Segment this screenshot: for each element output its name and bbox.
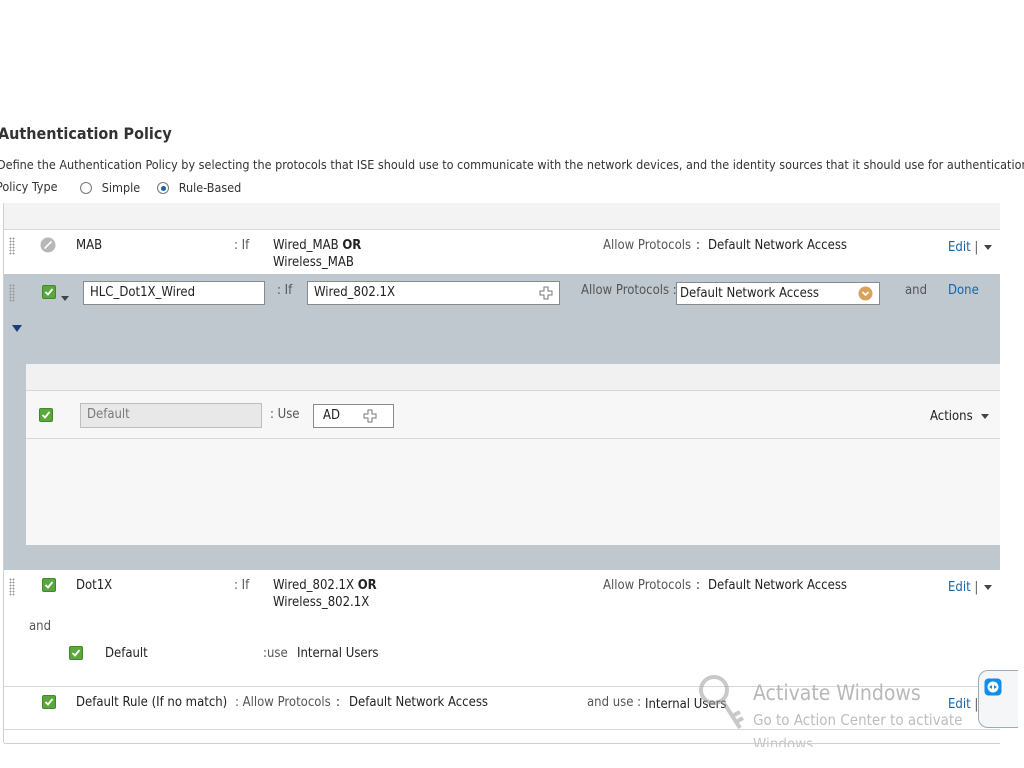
actions-menu[interactable]: Actions [930, 409, 990, 424]
condition-value: Wired_802.1X [314, 285, 396, 300]
default-name-value: Default [87, 407, 130, 422]
rule-name-value: HLC_Dot1X_Wired [90, 285, 196, 300]
divider [26, 390, 1000, 391]
rule-name-dot1x: Dot1X [76, 578, 113, 593]
page-title: Authentication Policy [0, 124, 172, 143]
policy-type-label: Policy Type [0, 179, 58, 194]
allow-protocols-label: Allow Protocols [603, 238, 692, 253]
allow-protocols-select[interactable]: Default Network Access [676, 282, 880, 305]
table-header-strip [4, 203, 1000, 229]
actions-label[interactable]: Actions [930, 409, 973, 424]
condition-line-1: Wired_MAB OR [273, 238, 361, 253]
sub-use-label: :use [263, 646, 288, 661]
sub-use-value: Internal Users [297, 646, 379, 661]
allow-sep: : [336, 695, 340, 710]
condition-wireless-mab: Wireless_MAB [273, 255, 354, 270]
rule-name-mab: MAB [76, 238, 103, 253]
and-use-label: and use : [587, 695, 642, 710]
use-label: : Use [270, 407, 300, 422]
page-description: Define the Authentication Policy by sele… [0, 157, 1024, 172]
edit-control[interactable]: Edit | [948, 697, 978, 712]
actions-dropdown-icon[interactable] [981, 414, 990, 419]
radio-rule-based[interactable] [157, 182, 169, 194]
drag-handle[interactable] [9, 284, 15, 302]
check-icon[interactable] [42, 285, 56, 299]
radio-simple-label: Simple [101, 180, 141, 195]
default-rule-checkbox[interactable] [42, 695, 56, 713]
allow-protocols-value: Default Network Access [708, 578, 848, 593]
edit-separator: | [974, 580, 979, 595]
add-identity-icon[interactable] [363, 409, 377, 431]
check-icon[interactable] [42, 578, 56, 592]
and-label: and [905, 283, 928, 298]
default-name-input: Default [80, 403, 262, 428]
allow-sep: : [696, 578, 700, 593]
rule-enabled-checkbox[interactable] [42, 578, 56, 596]
disabled-status-icon [40, 237, 56, 253]
divider [4, 229, 1000, 230]
if-label: : If [277, 283, 293, 298]
allow-sep: : [696, 238, 700, 253]
edit-link[interactable]: Edit [948, 240, 971, 255]
edit-link[interactable]: Edit [948, 580, 971, 595]
policy-type-rule-based[interactable]: Rule-Based [157, 180, 241, 196]
edit-dropdown-icon[interactable] [984, 245, 993, 250]
done-link[interactable]: Done [948, 283, 979, 298]
allow-protocols-value: Default Network Access [708, 238, 848, 253]
if-label: : If [234, 238, 250, 253]
add-condition-icon[interactable] [539, 286, 553, 308]
radio-simple[interactable] [80, 182, 92, 194]
default-rule-name: Default Rule (If no match) [76, 695, 228, 710]
rule-name-input[interactable]: HLC_Dot1X_Wired [83, 281, 265, 305]
condition-wired-dot1x: Wired_802.1X [273, 578, 355, 593]
remote-assist-tab[interactable] [978, 670, 1018, 728]
key-watermark-icon [696, 672, 748, 738]
remote-assist-icon[interactable] [984, 678, 1002, 700]
edit-link[interactable]: Edit [948, 697, 971, 712]
condition-wired-mab: Wired_MAB [273, 238, 339, 253]
condition-op: OR [342, 238, 362, 253]
table-bottom-border [4, 743, 1000, 744]
check-icon[interactable] [69, 646, 83, 660]
check-icon[interactable] [42, 695, 56, 709]
drag-handle[interactable] [9, 578, 15, 596]
watermark-line-2: Go to Action Center to activate [753, 711, 963, 729]
watermark-line-1: Activate Windows [753, 681, 921, 705]
identity-header-strip [26, 364, 1000, 390]
condition-input[interactable]: Wired_802.1X [307, 281, 560, 305]
divider [26, 438, 1000, 439]
allow-protocols-selected: Default Network Access [680, 286, 820, 301]
watermark-line-3: Windows. [753, 735, 818, 747]
radio-rule-based-label: Rule-Based [178, 180, 242, 195]
sub-default-checkbox[interactable] [69, 646, 83, 664]
edit-control[interactable]: Edit | [948, 240, 993, 255]
allow-protocols-label: Allow Protocols [603, 578, 692, 593]
expand-arrow-icon[interactable] [12, 322, 22, 337]
rule-enabled-checkbox[interactable] [42, 285, 56, 303]
edit-dropdown-icon[interactable] [984, 585, 993, 590]
allow-protocols-label: Allow Protocols : [581, 283, 677, 298]
allow-protocols-label: : Allow Protocols [235, 695, 331, 710]
default-enabled-checkbox[interactable] [39, 408, 53, 426]
and-label: and [29, 619, 52, 634]
divider [4, 729, 1000, 730]
allow-protocols-value: Default Network Access [349, 695, 489, 710]
edit-separator: | [974, 240, 979, 255]
chevron-down-icon[interactable] [858, 286, 873, 309]
check-icon[interactable] [39, 408, 53, 422]
edit-control[interactable]: Edit | [948, 580, 993, 595]
condition-op: OR [357, 578, 377, 593]
status-dropdown-icon[interactable] [61, 290, 69, 305]
sub-default-name: Default [105, 646, 148, 661]
condition-wireless-dot1x: Wireless_802.1X [273, 595, 370, 610]
policy-type-simple[interactable]: Simple [80, 180, 140, 196]
identity-source-value: AD [323, 408, 341, 423]
if-label: : If [234, 578, 250, 593]
condition-line-1: Wired_802.1X OR [273, 578, 377, 593]
identity-source-input[interactable]: AD [313, 404, 394, 428]
drag-handle[interactable] [9, 237, 15, 255]
identity-rules-panel [26, 364, 1000, 545]
